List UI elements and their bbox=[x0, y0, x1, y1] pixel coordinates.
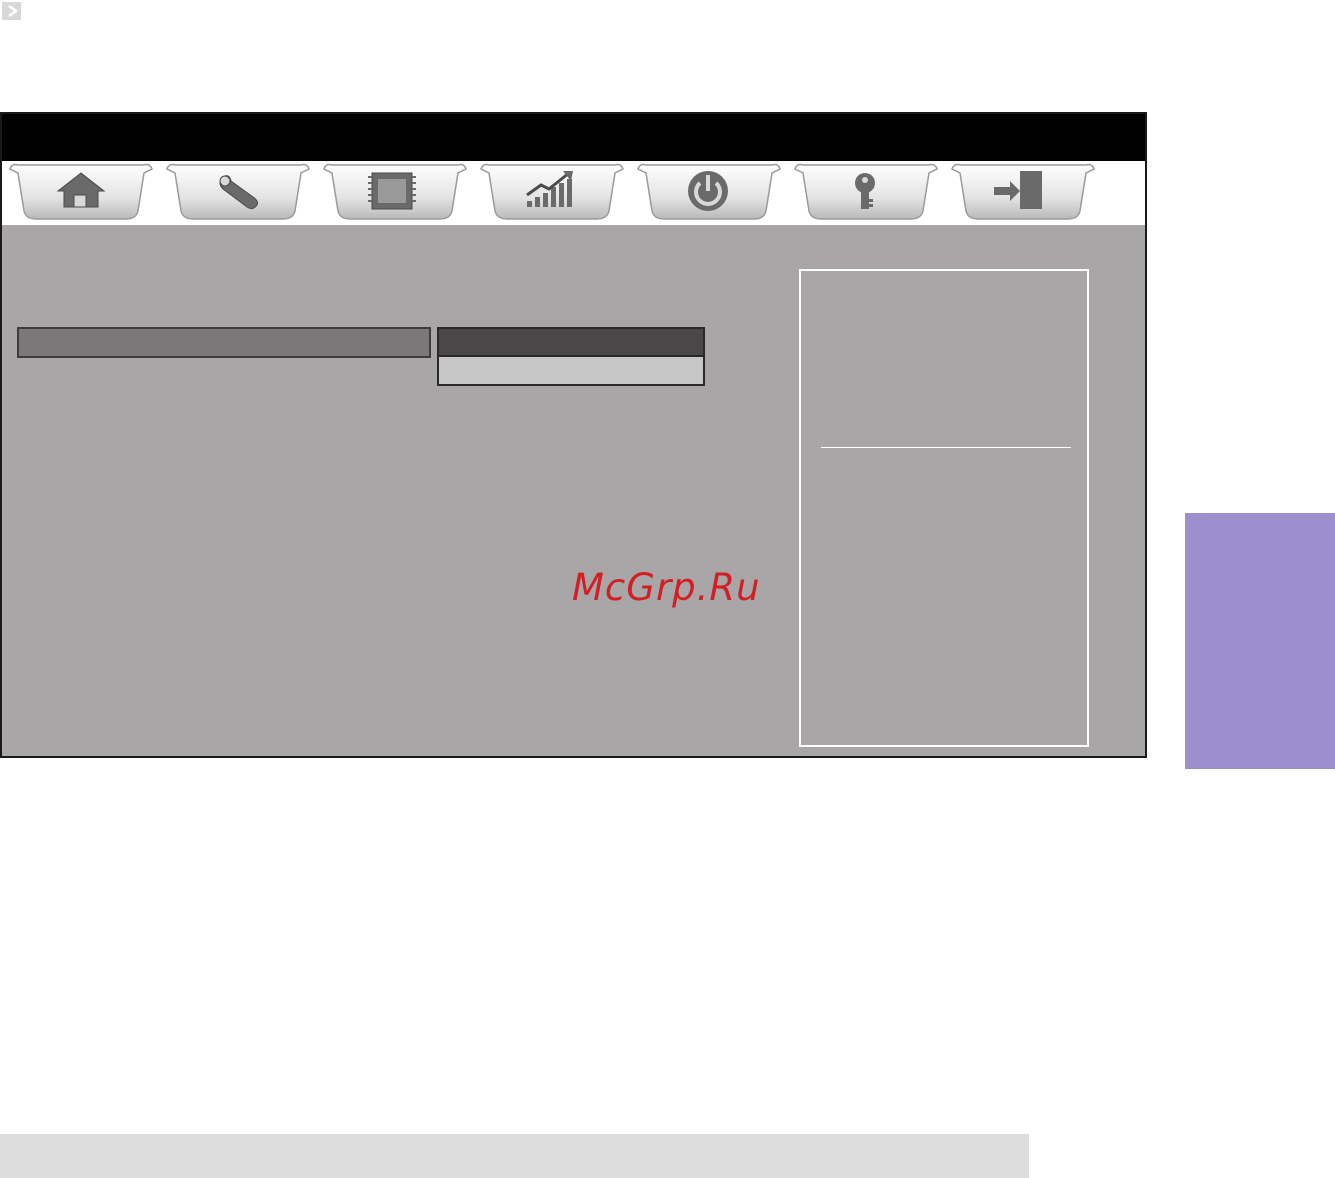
power-icon bbox=[688, 171, 728, 211]
option-item-selected[interactable] bbox=[439, 329, 703, 357]
tab-chipset[interactable] bbox=[322, 161, 468, 225]
chip-icon bbox=[368, 172, 416, 210]
tab-security[interactable] bbox=[793, 161, 939, 225]
tab-advanced[interactable] bbox=[165, 161, 311, 225]
options-popup bbox=[437, 327, 705, 386]
watermark-text: McGrp.Ru bbox=[572, 566, 761, 609]
footer-bar bbox=[0, 1134, 1029, 1178]
tab-power[interactable] bbox=[636, 161, 782, 225]
tab-performance[interactable] bbox=[479, 161, 625, 225]
side-chapter-tab bbox=[1185, 513, 1335, 769]
option-item[interactable] bbox=[439, 357, 703, 384]
chevron-right-icon bbox=[2, 2, 21, 20]
setup-item-highlighted[interactable] bbox=[17, 327, 431, 358]
tab-main[interactable] bbox=[8, 161, 154, 225]
title-bar bbox=[2, 114, 1145, 161]
help-divider bbox=[821, 447, 1071, 448]
tab-exit[interactable] bbox=[950, 161, 1096, 225]
setup-content-area bbox=[2, 225, 1145, 756]
bios-setup-window bbox=[0, 112, 1147, 758]
help-panel bbox=[799, 269, 1089, 747]
menu-tab-strip bbox=[2, 161, 1145, 225]
